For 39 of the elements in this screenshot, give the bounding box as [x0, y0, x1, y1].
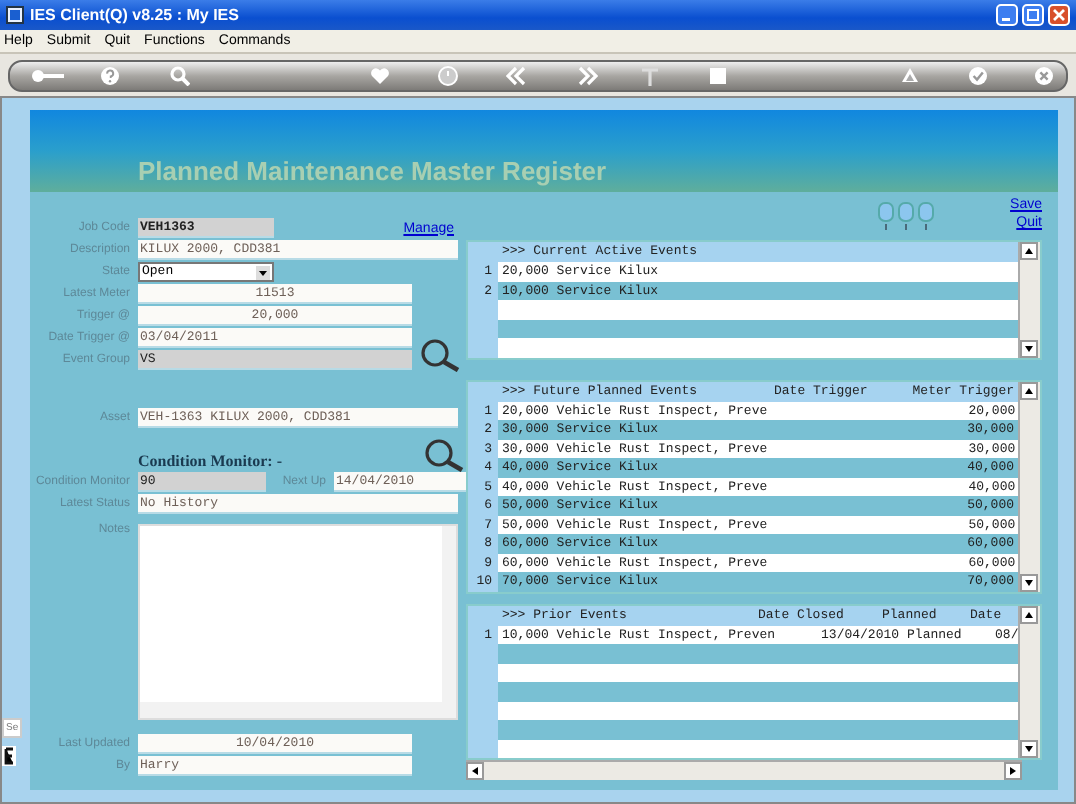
page-title: Planned Maintenance Master Register — [138, 156, 607, 186]
scrollbar[interactable] — [466, 760, 1022, 780]
text-icon[interactable] — [640, 66, 660, 86]
power-icon[interactable] — [438, 66, 458, 86]
scroll-up-arrow-icon[interactable] — [1020, 242, 1038, 260]
square-icon[interactable] — [708, 66, 728, 86]
forward-icon[interactable] — [578, 66, 598, 86]
rewind-icon[interactable] — [506, 66, 526, 86]
search-icon[interactable] — [420, 337, 460, 371]
heart-icon[interactable] — [370, 66, 390, 86]
window-title: IES Client(Q) v8.25 : My IES — [30, 6, 241, 24]
scroll-down-arrow-icon[interactable] — [1020, 573, 1038, 591]
scroll-up-arrow-icon[interactable] — [1020, 605, 1038, 623]
scrollbar[interactable] — [1018, 605, 1040, 758]
key-icon[interactable] — [30, 66, 66, 86]
cylinder-icon — [898, 202, 915, 230]
close-button[interactable] — [1048, 4, 1070, 26]
scrollbar[interactable] — [140, 702, 456, 718]
section-heading: Condition Monitor: - — [138, 452, 282, 470]
minimize-button[interactable] — [996, 4, 1018, 26]
scroll-down-arrow-icon[interactable] — [1020, 339, 1038, 357]
check-icon[interactable] — [968, 66, 988, 86]
app-icon — [6, 6, 24, 24]
notes-field[interactable] — [138, 524, 458, 720]
scrollbar[interactable] — [1018, 242, 1040, 357]
scroll-right-arrow-icon[interactable] — [1004, 762, 1022, 780]
scrollbar[interactable] — [442, 526, 456, 702]
cylinder-icon — [918, 202, 935, 230]
scroll-down-arrow-icon[interactable] — [1020, 740, 1038, 758]
scrollbar[interactable] — [1018, 381, 1040, 591]
caret-icon — [256, 265, 270, 279]
close-icon[interactable] — [1034, 66, 1054, 86]
search-icon[interactable] — [424, 438, 464, 472]
cylinder-icon — [878, 202, 895, 230]
maximize-button[interactable] — [1022, 4, 1044, 26]
scroll-left-arrow-icon[interactable] — [466, 762, 484, 780]
scroll-up-arrow-icon[interactable] — [1020, 381, 1038, 399]
help-icon[interactable] — [100, 66, 120, 86]
search-icon[interactable] — [170, 66, 190, 86]
